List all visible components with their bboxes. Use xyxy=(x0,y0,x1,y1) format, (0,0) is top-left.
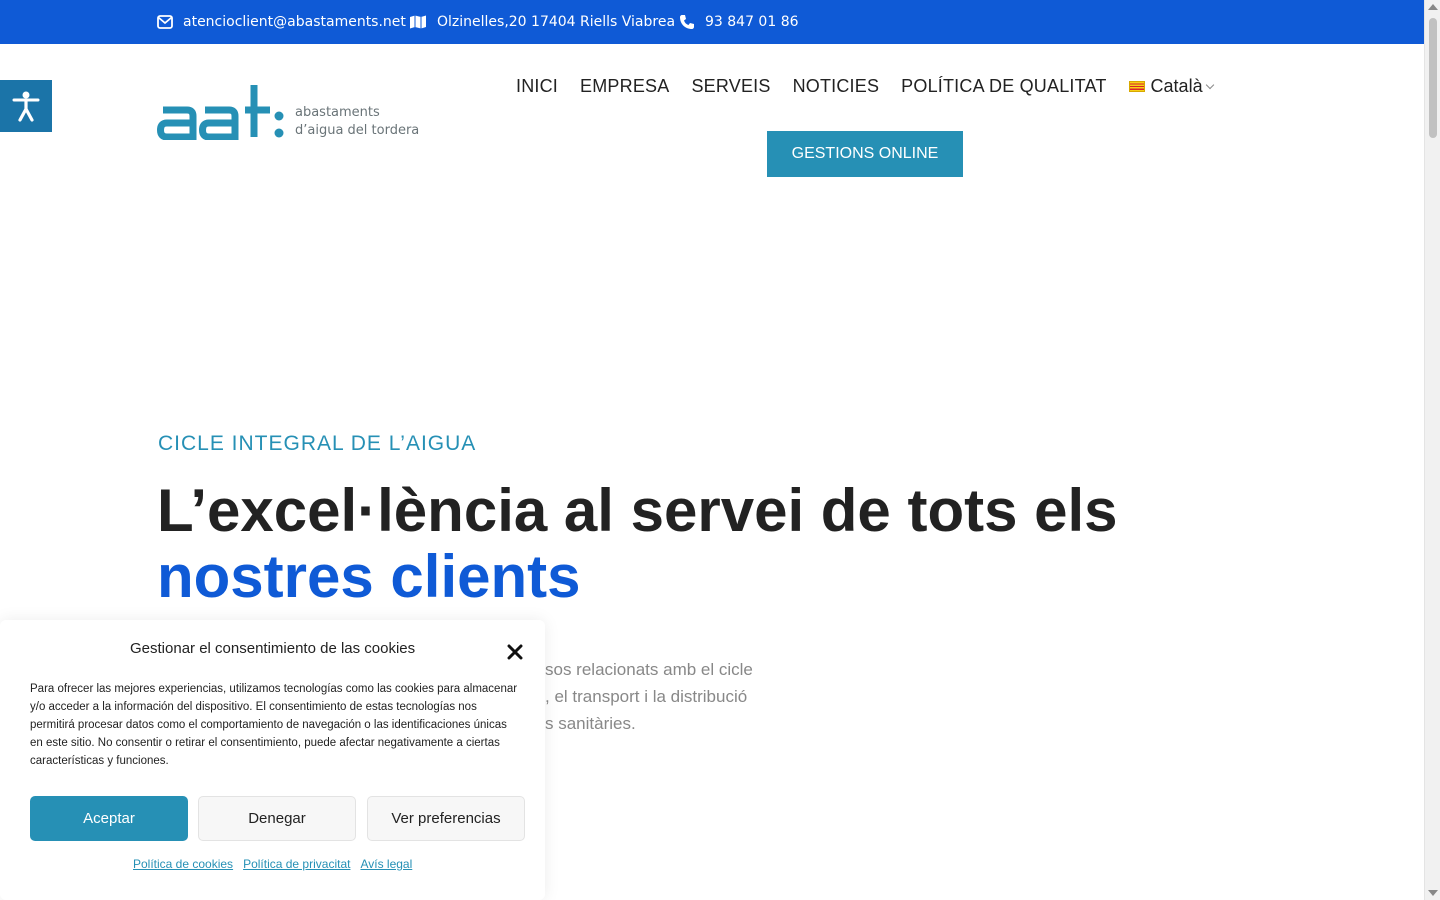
top-contact-bar: atencioclient@abastaments.net Olzinelles… xyxy=(0,0,1424,44)
accessibility-icon xyxy=(12,91,40,122)
scroll-up-arrow-icon[interactable] xyxy=(1428,4,1438,10)
close-icon[interactable] xyxy=(505,642,525,662)
cookie-preferences-button[interactable]: Ver preferencias xyxy=(367,796,525,841)
gestions-online-button[interactable]: GESTIONS ONLINE xyxy=(767,131,963,177)
logo-tagline-line1: abastaments xyxy=(295,105,380,120)
catalan-flag-icon xyxy=(1128,81,1145,92)
nav-item-politica-qualitat[interactable]: POLÍTICA DE QUALITAT xyxy=(901,76,1106,97)
cookie-consent-banner: Gestionar el consentimiento de las cooki… xyxy=(0,620,545,900)
scrollbar-thumb[interactable] xyxy=(1429,18,1437,138)
chevron-down-icon xyxy=(1205,80,1214,90)
nav-item-inici[interactable]: INICI xyxy=(516,76,558,97)
contact-email-text: atencioclient@abastaments.net xyxy=(183,14,406,30)
hero-headline-main: L’excel·lència al servei de tots els xyxy=(157,477,1118,544)
language-selector[interactable]: Català xyxy=(1128,76,1214,97)
contact-address-text: Olzinelles,20 17404 Riells Viabrea xyxy=(437,14,676,30)
nav-item-serveis[interactable]: SERVEIS xyxy=(691,76,770,97)
language-label: Català xyxy=(1150,76,1203,96)
hero-headline-accent: nostres clients xyxy=(157,543,581,610)
cookie-banner-title: Gestionar el consentimiento de las cooki… xyxy=(130,640,416,657)
envelope-icon xyxy=(157,15,173,29)
page-scrollbar[interactable] xyxy=(1424,0,1440,900)
main-nav: INICI EMPRESA SERVEIS NOTICIES POLÍTICA … xyxy=(516,76,1214,97)
cookie-policy-link[interactable]: Política de cookies xyxy=(133,857,233,871)
contact-address[interactable]: Olzinelles,20 17404 Riells Viabrea xyxy=(409,0,675,44)
aat-logo-mark xyxy=(157,85,284,140)
contact-phone[interactable]: 93 847 01 86 xyxy=(679,0,799,44)
phone-icon xyxy=(680,15,694,29)
map-icon xyxy=(410,15,426,29)
legal-notice-link[interactable]: Avís legal xyxy=(360,857,412,871)
deny-cookies-button[interactable]: Denegar xyxy=(198,796,356,841)
contact-phone-text: 93 847 01 86 xyxy=(705,14,799,30)
nav-item-noticies[interactable]: NOTICIES xyxy=(793,76,880,97)
cookie-banner-text: Para ofrecer las mejores experiencias, u… xyxy=(30,683,518,767)
logo-tagline: abastaments d’aigua del tordera xyxy=(295,104,419,140)
hero-eyebrow: CICLE INTEGRAL DE L’AIGUA xyxy=(158,432,477,455)
logo-tagline-line2: d’aigua del tordera xyxy=(295,123,420,138)
contact-email[interactable]: atencioclient@abastaments.net xyxy=(157,0,406,44)
nav-item-empresa[interactable]: EMPRESA xyxy=(580,76,669,97)
privacy-policy-link[interactable]: Política de privacitat xyxy=(243,857,350,871)
hero-headline: L’excel·lència al servei de tots els nos… xyxy=(157,478,1118,610)
scroll-down-arrow-icon[interactable] xyxy=(1428,890,1438,896)
site-logo[interactable]: abastaments d’aigua del tordera xyxy=(157,80,419,140)
accessibility-toggle-button[interactable] xyxy=(0,80,52,132)
accept-cookies-button[interactable]: Aceptar xyxy=(30,796,188,841)
cookie-policy-links: Política de cookies Política de privacit… xyxy=(133,857,422,871)
